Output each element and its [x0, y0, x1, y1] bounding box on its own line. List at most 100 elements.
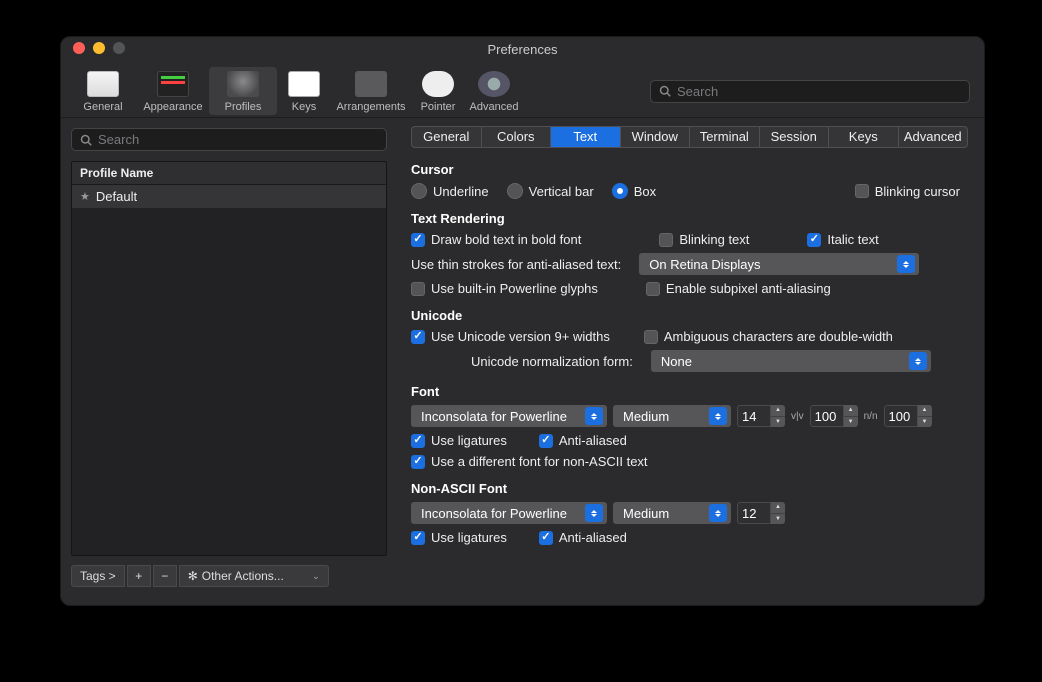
toolbar-item-general[interactable]: General	[69, 67, 137, 115]
chevron-updown-icon	[897, 255, 915, 273]
nonascii-size-stepper[interactable]: ▲▼	[737, 502, 785, 524]
tab-advanced[interactable]: Advanced	[899, 127, 968, 147]
toolbar-search-input[interactable]	[677, 84, 961, 99]
settings-pane: Cursor Underline Vertical bar Box Blinki…	[397, 158, 974, 588]
tab-text[interactable]: Text	[551, 127, 621, 147]
font-heading: Font	[411, 384, 960, 399]
ligatures-check[interactable]: Use ligatures	[411, 433, 507, 448]
advanced-icon	[478, 71, 510, 97]
close-icon[interactable]	[73, 42, 85, 54]
profiles-icon	[227, 71, 259, 97]
blinking-text-check[interactable]: Blinking text	[659, 232, 749, 247]
chevron-up-icon[interactable]: ▲	[771, 405, 785, 417]
font-weight-select[interactable]: Medium	[613, 405, 731, 427]
remove-profile-button[interactable]: −	[153, 565, 177, 587]
nonascii-weight-select[interactable]: Medium	[613, 502, 731, 524]
diff-font-check[interactable]: Use a different font for non-ASCII text	[411, 454, 648, 469]
chevron-up-icon[interactable]: ▲	[771, 502, 785, 514]
profile-search[interactable]	[71, 128, 387, 151]
tags-button[interactable]: Tags >	[71, 565, 125, 587]
section-rendering: Text Rendering Draw bold text in bold fo…	[411, 211, 960, 296]
tab-window[interactable]: Window	[621, 127, 691, 147]
section-unicode: Unicode Use Unicode version 9+ widths Am…	[411, 308, 960, 372]
chevron-down-icon[interactable]: ▼	[844, 417, 858, 428]
general-icon	[87, 71, 119, 97]
toolbar-item-pointer[interactable]: Pointer	[413, 67, 463, 115]
chevron-up-icon[interactable]: ▲	[918, 405, 932, 417]
hspace-icon: v|v	[791, 411, 804, 422]
zoom-icon[interactable]	[113, 42, 125, 54]
add-profile-button[interactable]: +	[127, 565, 151, 587]
italic-check[interactable]: Italic text	[807, 232, 878, 247]
chevron-updown-icon	[585, 504, 603, 522]
cursor-underline-radio[interactable]: Underline	[411, 183, 489, 199]
nonascii-aa-check[interactable]: Anti-aliased	[539, 530, 627, 545]
aa-check[interactable]: Anti-aliased	[539, 433, 627, 448]
toolbar-item-keys[interactable]: Keys	[279, 67, 329, 115]
arrangements-icon	[355, 71, 387, 97]
cursor-vertical-radio[interactable]: Vertical bar	[507, 183, 594, 199]
subpixel-check[interactable]: Enable subpixel anti-aliasing	[646, 281, 831, 296]
chevron-updown-icon	[709, 504, 727, 522]
toolbar-search[interactable]	[650, 80, 970, 103]
chevron-updown-icon	[909, 352, 927, 370]
profile-table: Profile Name ★ Default	[71, 161, 387, 556]
chevron-updown-icon	[709, 407, 727, 425]
profile-search-input[interactable]	[98, 132, 378, 147]
tab-general[interactable]: General	[412, 127, 482, 147]
vspace-input[interactable]	[884, 405, 918, 427]
tab-terminal[interactable]: Terminal	[690, 127, 760, 147]
chevron-down-icon[interactable]: ▼	[918, 417, 932, 428]
powerline-check[interactable]: Use built-in Powerline glyphs	[411, 281, 598, 296]
other-actions-button[interactable]: ✻ Other Actions... ⌄	[179, 565, 329, 587]
minimize-icon[interactable]	[93, 42, 105, 54]
profile-bottombar: Tags > + − ✻ Other Actions... ⌄	[71, 564, 387, 588]
titlebar: Preferences	[61, 37, 984, 61]
section-font: Font Inconsolata for Powerline Medium ▲▼…	[411, 384, 960, 469]
unicode-heading: Unicode	[411, 308, 960, 323]
nonascii-family-select[interactable]: Inconsolata for Powerline	[411, 502, 607, 524]
toolbar-item-arrangements[interactable]: Arrangements	[331, 67, 411, 115]
toolbar-item-appearance[interactable]: Appearance	[139, 67, 207, 115]
appearance-icon	[157, 71, 189, 97]
cursor-heading: Cursor	[411, 162, 960, 177]
preferences-window: Preferences General Appearance Profiles …	[60, 36, 985, 606]
vspace-icon: n/n	[864, 411, 878, 422]
nonascii-size-input[interactable]	[737, 502, 771, 524]
rendering-heading: Text Rendering	[411, 211, 960, 226]
chevron-up-icon[interactable]: ▲	[844, 405, 858, 417]
ambiguous-check[interactable]: Ambiguous characters are double-width	[644, 329, 893, 344]
search-icon	[80, 134, 92, 146]
toolbar-item-profiles[interactable]: Profiles	[209, 67, 277, 115]
blinking-cursor-check[interactable]: Blinking cursor	[855, 184, 960, 199]
thin-strokes-select[interactable]: On Retina Displays	[639, 253, 919, 275]
hspace-input[interactable]	[810, 405, 844, 427]
content: General Colors Text Window Terminal Sess…	[397, 118, 984, 598]
tab-keys[interactable]: Keys	[829, 127, 899, 147]
profile-row-default[interactable]: ★ Default	[72, 185, 386, 208]
norm-select[interactable]: None	[651, 350, 931, 372]
profile-row-label: Default	[96, 189, 137, 204]
unicode-v9-check[interactable]: Use Unicode version 9+ widths	[411, 329, 610, 344]
chevron-down-icon[interactable]: ▼	[771, 417, 785, 428]
hspace-stepper[interactable]: ▲▼	[810, 405, 858, 427]
nonascii-ligatures-check[interactable]: Use ligatures	[411, 530, 507, 545]
toolbar-item-advanced[interactable]: Advanced	[465, 67, 523, 115]
font-size-stepper[interactable]: ▲▼	[737, 405, 785, 427]
chevron-down-icon: ⌄	[312, 571, 320, 582]
cursor-box-radio[interactable]: Box	[612, 183, 656, 199]
bold-check[interactable]: Draw bold text in bold font	[411, 232, 581, 247]
keys-icon	[288, 71, 320, 97]
tab-colors[interactable]: Colors	[482, 127, 552, 147]
chevron-down-icon[interactable]: ▼	[771, 514, 785, 525]
font-size-input[interactable]	[737, 405, 771, 427]
gear-icon: ✻	[188, 569, 198, 583]
nonascii-heading: Non-ASCII Font	[411, 481, 960, 496]
font-family-select[interactable]: Inconsolata for Powerline	[411, 405, 607, 427]
toolbar: General Appearance Profiles Keys Arrange…	[61, 61, 984, 118]
tabs: General Colors Text Window Terminal Sess…	[411, 126, 968, 148]
tab-session[interactable]: Session	[760, 127, 830, 147]
window-controls	[73, 42, 125, 54]
vspace-stepper[interactable]: ▲▼	[884, 405, 932, 427]
section-cursor: Cursor Underline Vertical bar Box Blinki…	[411, 162, 960, 199]
